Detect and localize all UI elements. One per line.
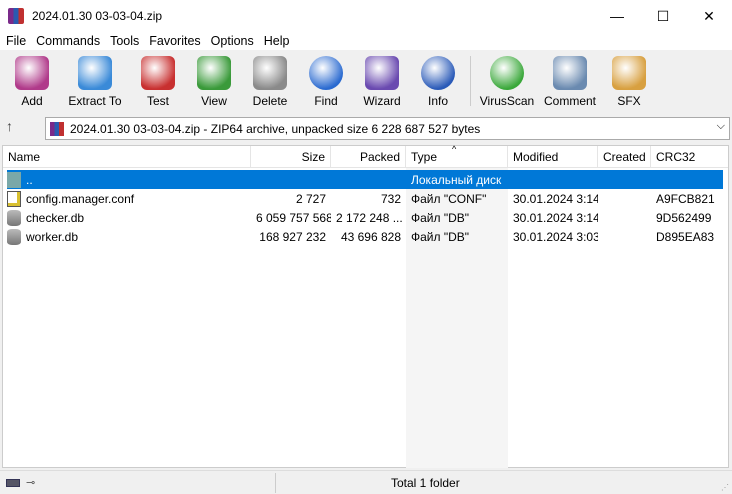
toolbar-separator	[470, 56, 471, 106]
toolbar-label: SFX	[617, 94, 641, 108]
cell-modified: 30.01.2024 3:03	[513, 229, 598, 244]
toolbar-label: Comment	[543, 94, 596, 108]
database-icon	[7, 209, 21, 226]
address-bar[interactable]: 2024.01.30 03-03-04.zip - ZIP64 archive,…	[45, 117, 730, 140]
cell-name: checker.db	[26, 210, 85, 225]
cell-crc: A9FCB821	[656, 191, 715, 206]
cell-modified: 30.01.2024 3:14	[513, 210, 598, 225]
table-row[interactable]: .. Локальный диск	[7, 170, 723, 189]
file-list: Name Size Packed Type ^ Modified Created …	[2, 144, 729, 468]
cell-type: Локальный диск	[411, 172, 502, 187]
toolbar-label: Info	[427, 94, 448, 108]
col-type[interactable]: Type ^	[406, 144, 508, 168]
toolbar-label: Test	[146, 94, 169, 108]
magnifier-icon	[309, 56, 343, 90]
toolbar-label: Delete	[252, 94, 288, 108]
toolbar-label: Add	[21, 94, 43, 108]
address-text: 2024.01.30 03-03-04.zip - ZIP64 archive,…	[70, 121, 481, 136]
close-button[interactable]: ✕	[686, 0, 732, 32]
toolbar-delete-button[interactable]: Delete	[242, 52, 298, 112]
folder-up-icon	[7, 171, 21, 188]
status-divider	[275, 473, 276, 493]
cell-name: worker.db	[26, 229, 79, 244]
cell-name: ..	[26, 172, 33, 187]
toolbar-label: Find	[314, 94, 338, 108]
test-clipboard-icon	[141, 56, 175, 90]
text-file-icon	[7, 190, 21, 207]
table-row[interactable]: checker.db 6 059 757 568 2 172 248 ... Файл…	[7, 208, 723, 227]
toolbar-view-button[interactable]: View	[186, 52, 242, 112]
menu-options[interactable]: Options	[205, 32, 258, 50]
toolbar-extract-to-button[interactable]: Extract To	[60, 52, 130, 112]
sfx-box-icon	[612, 56, 646, 90]
cell-modified: 30.01.2024 3:14	[513, 191, 598, 206]
extract-folder-icon	[78, 56, 112, 90]
menu-favorites[interactable]: Favorites	[143, 32, 204, 50]
menu-file[interactable]: File	[0, 32, 30, 50]
up-arrow-icon[interactable]: ↑	[6, 118, 13, 134]
cell-crc: 9D562499	[656, 210, 712, 225]
col-packed[interactable]: Packed	[331, 146, 406, 168]
winrar-app-icon	[8, 8, 24, 24]
toolbar-add-button[interactable]: Add	[4, 52, 60, 112]
menu-tools[interactable]: Tools	[104, 32, 143, 50]
cell-packed: 732	[380, 191, 401, 206]
cell-type: Файл "DB"	[411, 229, 470, 244]
title-bar: 2024.01.30 03-03-04.zip — ☐ ✕	[0, 0, 732, 32]
col-crc32[interactable]: CRC32	[651, 146, 723, 168]
col-type-label: Type	[411, 150, 438, 164]
cell-size: 2 727	[295, 191, 326, 206]
wand-icon	[365, 56, 399, 90]
toolbar-virusscan-button[interactable]: VirusScan	[475, 52, 539, 112]
toolbar: Add Extract To Test View Delete Find Wizard Inf…	[0, 52, 732, 112]
table-row[interactable]: worker.db 168 927 232 43 696 828 Файл "DB" 3…	[7, 227, 723, 246]
menu-help[interactable]: Help	[258, 32, 294, 50]
toolbar-wizard-button[interactable]: Wizard	[354, 52, 410, 112]
col-created[interactable]: Created	[598, 146, 651, 168]
toolbar-info-button[interactable]: Info	[410, 52, 466, 112]
window-title: 2024.01.30 03-03-04.zip	[32, 9, 163, 23]
toolbar-comment-button[interactable]: Comment	[539, 52, 601, 112]
cell-packed: 43 696 828	[340, 229, 401, 244]
archive-icon	[50, 121, 64, 136]
info-icon	[421, 56, 455, 90]
database-icon	[7, 228, 21, 245]
view-book-icon	[197, 56, 231, 90]
cell-type: Файл "DB"	[411, 210, 470, 225]
col-size[interactable]: Size	[251, 146, 331, 168]
status-text: Total 1 folder	[391, 475, 460, 490]
cell-packed: 2 172 248 ...	[336, 210, 403, 225]
toolbar-test-button[interactable]: Test	[130, 52, 186, 112]
sort-asc-icon: ^	[452, 144, 457, 154]
chevron-down-icon[interactable]: ⌵	[717, 120, 725, 133]
cell-crc: D895EA83	[656, 229, 715, 244]
col-name[interactable]: Name	[3, 146, 251, 168]
minimize-button[interactable]: —	[594, 0, 640, 32]
toolbar-label: Extract To	[68, 94, 122, 108]
key-icon: ⊸	[26, 477, 36, 489]
add-archive-icon	[15, 56, 49, 90]
cell-size: 168 927 232	[259, 229, 326, 244]
toolbar-label: View	[201, 94, 227, 108]
cell-size: 6 059 757 568	[256, 210, 331, 225]
maximize-button[interactable]: ☐	[640, 0, 686, 32]
table-row[interactable]: config.manager.conf 2 727 732 Файл "CONF" 30…	[7, 189, 723, 208]
list-header: Name Size Packed Type ^ Modified Created …	[3, 144, 728, 168]
col-modified[interactable]: Modified	[508, 146, 598, 168]
menu-bar: File Commands Tools Favorites Options He…	[0, 32, 732, 50]
resize-grip-icon[interactable]: ⋰	[721, 483, 729, 492]
toolbar-label: VirusScan	[479, 94, 535, 108]
toolbar-find-button[interactable]: Find	[298, 52, 354, 112]
toolbar-sfx-button[interactable]: SFX	[601, 52, 657, 112]
comment-icon	[553, 56, 587, 90]
virus-scan-icon	[490, 56, 524, 90]
cell-type: Файл "CONF"	[411, 191, 487, 206]
toolbar-label: Wizard	[363, 94, 401, 108]
menu-commands[interactable]: Commands	[30, 32, 104, 50]
trash-icon	[253, 56, 287, 90]
cell-name: config.manager.conf	[26, 191, 135, 206]
drive-icon	[6, 478, 20, 487]
status-bar: ⊸ Total 1 folder ⋰	[0, 470, 732, 494]
